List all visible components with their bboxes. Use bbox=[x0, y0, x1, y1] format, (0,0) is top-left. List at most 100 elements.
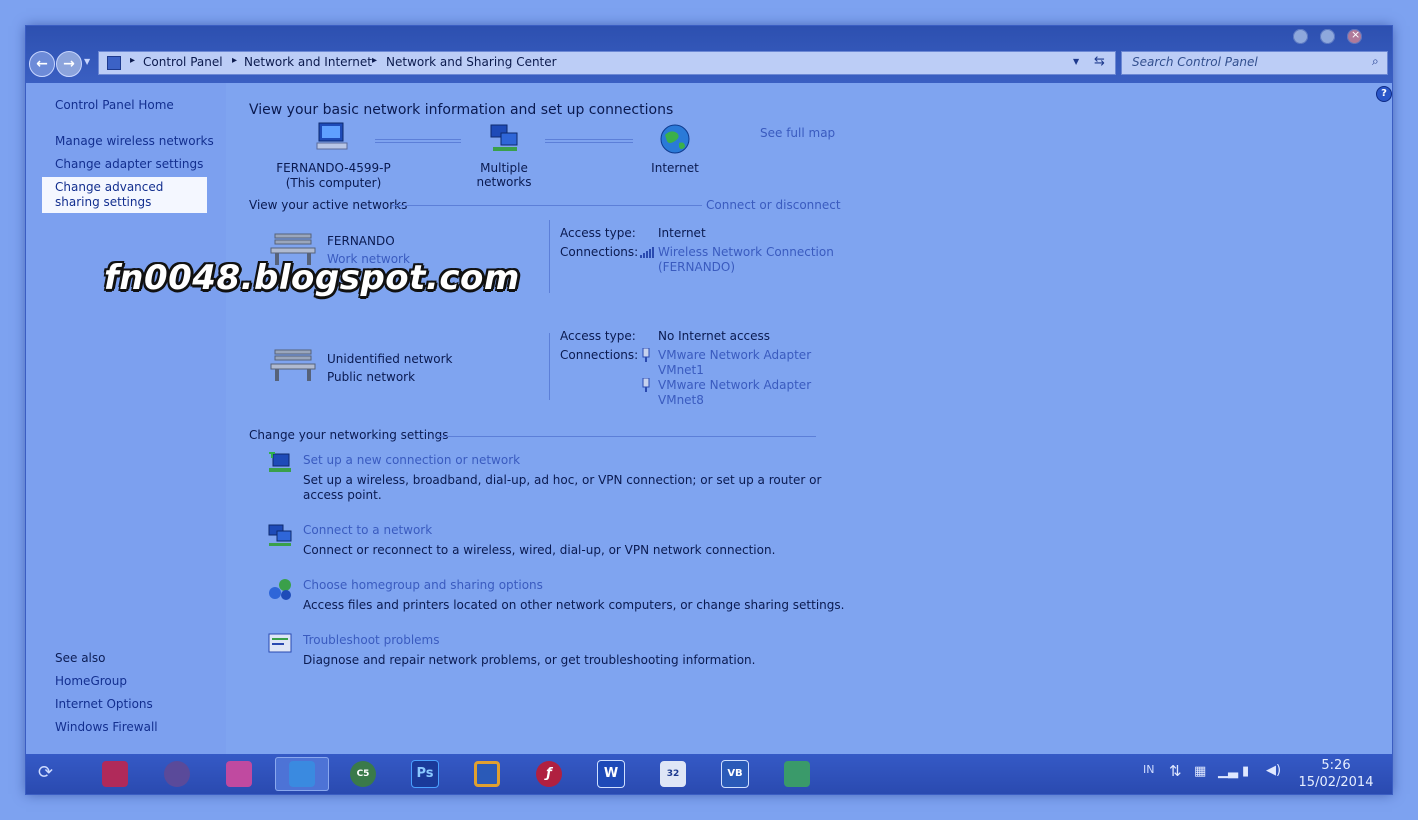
taskbar-app-vmware[interactable] bbox=[461, 757, 513, 791]
close-button[interactable]: × bbox=[1347, 28, 1362, 44]
homegroup-desc: Access files and printers located on oth… bbox=[303, 598, 845, 612]
maximize-button[interactable] bbox=[1320, 29, 1335, 44]
connect-network-icon bbox=[268, 524, 292, 546]
computer-sub-label: (This computer) bbox=[285, 176, 382, 190]
wireless-connection-link[interactable]: Wireless Network Connection (FERNANDO) bbox=[658, 245, 834, 275]
clock-time: 5:26 bbox=[1321, 758, 1351, 773]
signal-icon[interactable]: ▁▃ bbox=[1218, 764, 1238, 779]
sidebar-item-adapter-settings[interactable]: Change adapter settings bbox=[55, 157, 203, 171]
photoshop-icon: Ps bbox=[411, 760, 439, 788]
taskbar-app-32[interactable]: 32 bbox=[647, 757, 699, 791]
taskbar-app-cs5[interactable]: C5 bbox=[337, 757, 389, 791]
see-also-windows-firewall[interactable]: Windows Firewall bbox=[55, 720, 158, 734]
computer-name-label: FERNANDO-4599-P bbox=[276, 161, 391, 175]
bench-public-network-icon bbox=[270, 349, 316, 381]
search-input[interactable]: Search Control Panel bbox=[1132, 55, 1258, 69]
taskbar-app-calendar[interactable] bbox=[89, 757, 141, 791]
network-activity-icon[interactable]: ⇅ bbox=[1169, 762, 1182, 780]
page-title: View your basic network information and … bbox=[249, 102, 674, 118]
language-indicator[interactable]: IN bbox=[1143, 763, 1154, 776]
access-type-label: Access type: bbox=[560, 329, 636, 343]
taskbar-app-network-center[interactable] bbox=[275, 757, 329, 791]
battery-icon[interactable]: ▮ bbox=[1242, 764, 1249, 779]
section-divider bbox=[436, 436, 816, 437]
app32-icon: 32 bbox=[660, 761, 686, 787]
taskbar-app-books[interactable] bbox=[213, 757, 265, 791]
connections-label: Connections: bbox=[560, 245, 639, 259]
access-type-value: Internet bbox=[658, 226, 706, 240]
troubleshoot-icon bbox=[268, 633, 292, 653]
virtualbox-icon: VB bbox=[721, 760, 749, 788]
taskbar-app-photoshop[interactable]: Ps bbox=[399, 757, 451, 791]
network-name-unidentified: Unidentified network bbox=[327, 352, 453, 366]
taskbar-app-word[interactable]: W bbox=[585, 757, 637, 791]
title-bar: × ← → ▼ ▸ Control Panel ▸ Network and In… bbox=[26, 26, 1392, 83]
no-internet-icon[interactable]: ▦ bbox=[1194, 764, 1206, 779]
taskbar-app-network-tool[interactable] bbox=[771, 757, 823, 791]
vmnet1-name: VMnet1 bbox=[658, 363, 704, 377]
search-box[interactable]: Search Control Panel ⌕ bbox=[1121, 51, 1388, 75]
sidebar-item-advanced-sharing[interactable]: Change advanced sharing settings bbox=[42, 177, 207, 213]
wireless-signal-icon bbox=[640, 247, 654, 258]
back-arrow-icon: ← bbox=[36, 56, 48, 72]
internet-label: Internet bbox=[651, 161, 699, 175]
volume-icon[interactable]: ◀) bbox=[1266, 763, 1281, 778]
sidebar: Control Panel Home Manage wireless netwo… bbox=[26, 83, 226, 754]
clock[interactable]: 5:26 15/02/2014 bbox=[1296, 757, 1376, 791]
start-button-icon[interactable]: ⟳ bbox=[38, 762, 53, 783]
sidebar-item-advanced-sharing-label: Change advanced sharing settings bbox=[55, 180, 164, 209]
taskbar-app-flash[interactable]: ƒ bbox=[523, 757, 575, 791]
books-icon bbox=[226, 761, 252, 787]
vertical-divider bbox=[549, 220, 550, 293]
help-icon[interactable]: ? bbox=[1376, 86, 1392, 102]
vmnet1-connection-link[interactable]: VMware Network Adapter VMnet1 bbox=[658, 348, 811, 378]
new-connection-icon bbox=[269, 452, 291, 472]
search-icon[interactable]: ⌕ bbox=[1372, 54, 1379, 69]
forward-button[interactable]: → bbox=[56, 51, 82, 77]
clock-date: 15/02/2014 bbox=[1298, 775, 1374, 790]
breadcrumb-separator-icon: ▸ bbox=[130, 55, 136, 66]
setup-connection-link[interactable]: Set up a new connection or network bbox=[303, 453, 520, 467]
network-name-fernando: FERNANDO bbox=[327, 234, 395, 248]
sidebar-control-panel-home[interactable]: Control Panel Home bbox=[55, 98, 174, 112]
computer-icon bbox=[316, 122, 348, 150]
see-also-internet-options[interactable]: Internet Options bbox=[55, 697, 153, 711]
control-panel-window: × ← → ▼ ▸ Control Panel ▸ Network and In… bbox=[26, 26, 1392, 794]
address-bar[interactable]: ▸ Control Panel ▸ Network and Internet ▸… bbox=[98, 51, 1116, 75]
word-icon: W bbox=[597, 760, 625, 788]
recent-pages-chevron-icon[interactable]: ▼ bbox=[84, 57, 90, 66]
main-content: ? View your basic network information an… bbox=[226, 83, 1392, 754]
breadcrumb-network-internet[interactable]: Network and Internet bbox=[244, 55, 372, 69]
sidebar-item-manage-wireless[interactable]: Manage wireless networks bbox=[55, 134, 214, 148]
homegroup-icon bbox=[269, 579, 291, 600]
connections-label: Connections: bbox=[560, 348, 639, 362]
map-line bbox=[375, 139, 461, 140]
homegroup-link[interactable]: Choose homegroup and sharing options bbox=[303, 578, 543, 592]
back-button[interactable]: ← bbox=[29, 51, 55, 77]
settings-heading: Change your networking settings bbox=[249, 428, 449, 442]
multiple-networks-label: Multiple networks bbox=[476, 161, 532, 189]
connect-network-link[interactable]: Connect to a network bbox=[303, 523, 432, 537]
taskbar-app-browser[interactable] bbox=[151, 757, 203, 791]
minimize-button[interactable] bbox=[1293, 29, 1308, 44]
control-panel-icon bbox=[107, 56, 121, 70]
taskbar-app-virtualbox[interactable]: VB bbox=[709, 757, 761, 791]
troubleshoot-link[interactable]: Troubleshoot problems bbox=[303, 633, 439, 647]
vertical-divider bbox=[549, 333, 550, 400]
close-icon: × bbox=[1351, 28, 1361, 41]
connect-disconnect-link[interactable]: Connect or disconnect bbox=[706, 198, 841, 212]
vmnet8-name: VMnet8 bbox=[658, 393, 704, 407]
network-type-public[interactable]: Public network bbox=[327, 370, 415, 384]
calendar-icon bbox=[102, 761, 128, 787]
setup-connection-desc: Set up a wireless, broadband, dial-up, a… bbox=[303, 473, 822, 502]
refresh-icon[interactable]: ⇆ bbox=[1094, 54, 1105, 69]
breadcrumb-network-sharing-center[interactable]: Network and Sharing Center bbox=[386, 55, 557, 69]
browser-globe-icon bbox=[164, 761, 190, 787]
address-dropdown-icon[interactable]: ▼ bbox=[1073, 57, 1079, 66]
breadcrumb-control-panel[interactable]: Control Panel bbox=[143, 55, 223, 69]
vmnet8-connection-link[interactable]: VMware Network Adapter VMnet8 bbox=[658, 378, 811, 408]
see-also-homegroup[interactable]: HomeGroup bbox=[55, 674, 127, 688]
wireless-connection-ssid: (FERNANDO) bbox=[658, 260, 736, 274]
see-full-map-link[interactable]: See full map bbox=[760, 126, 835, 140]
map-line bbox=[545, 142, 633, 143]
